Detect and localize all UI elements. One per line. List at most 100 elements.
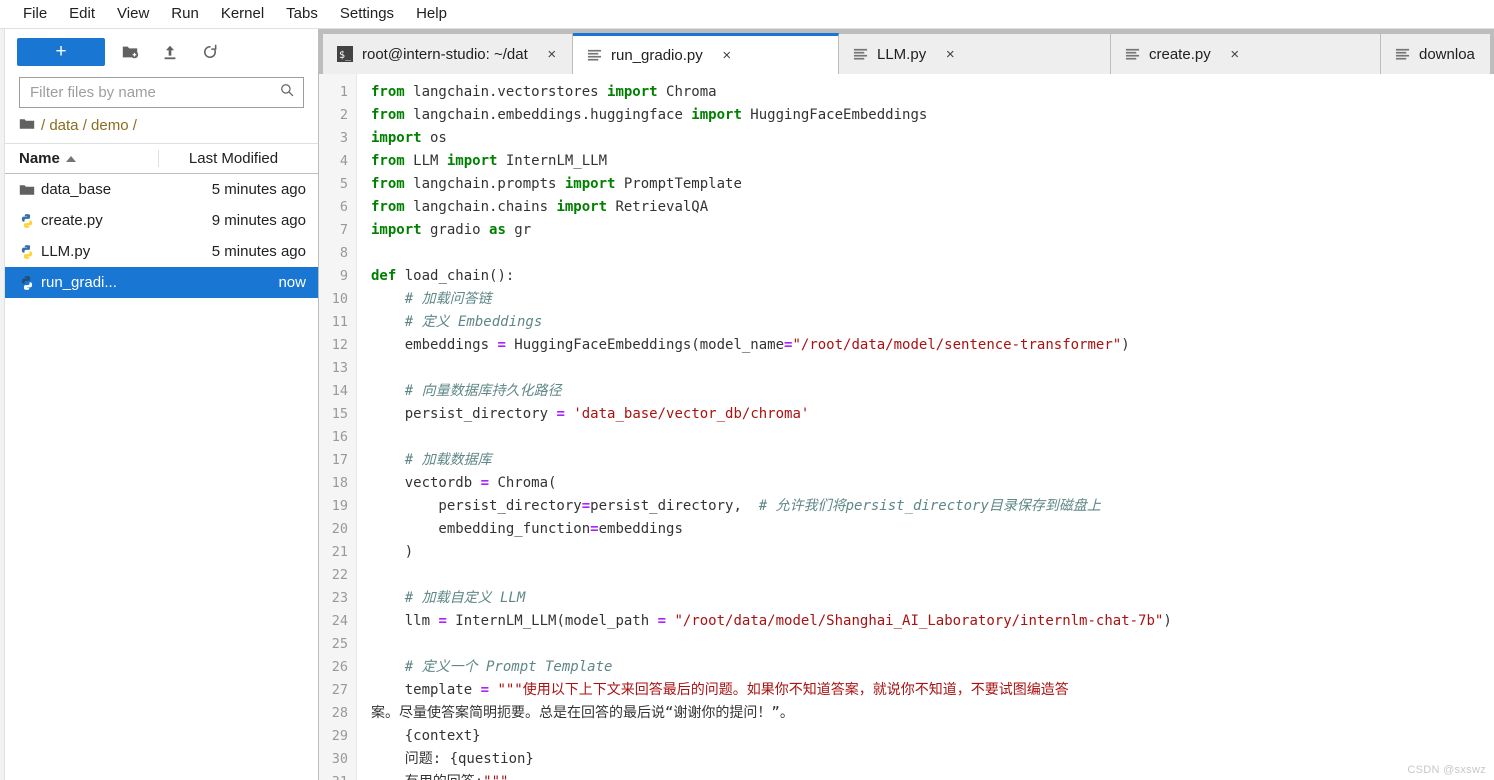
file-list-header: Name Last Modified [5, 144, 318, 174]
code-line: persist_directory=persist_directory, # 允… [371, 498, 1101, 514]
menu-item-help[interactable]: Help [405, 2, 458, 26]
close-icon[interactable]: × [544, 46, 560, 63]
column-header-name[interactable]: Name [19, 150, 158, 167]
line-number: 26 [331, 659, 348, 675]
filter-field-wrapper [5, 74, 318, 108]
filter-field[interactable] [19, 77, 304, 108]
file-browser-panel: + Filter files by name / data / demo / N… [5, 29, 319, 780]
code-line: persist_directory = 'data_base/vector_db… [371, 406, 810, 422]
tab-llm[interactable]: LLM.py × [839, 34, 1111, 74]
breadcrumb[interactable]: / data / demo / [5, 108, 318, 144]
tab-label: LLM.py [877, 45, 927, 63]
line-number: 21 [331, 544, 348, 560]
upload-icon[interactable] [155, 38, 185, 66]
tab-label: root@intern-studio: ~/dat [362, 45, 528, 63]
code-editor[interactable]: 1 2 3 4 5 6 7 8 9 10 11 12 13 14 15 16 17 18 19 20 21 22 23 24 2… [319, 74, 1494, 780]
main-area: + Filter files by name / data / demo / N… [0, 29, 1494, 780]
list-item[interactable]: LLM.py 5 minutes ago [5, 236, 318, 267]
code-line: embedding_function=embeddings [371, 521, 683, 537]
line-number: 3 [339, 130, 348, 146]
line-number: 23 [331, 590, 348, 606]
code-line: 案。尽量使答案简明扼要。总是在回答的最后说“谢谢你的提问！”。 [371, 705, 794, 721]
menu-item-edit[interactable]: Edit [58, 2, 106, 26]
code-line: # 加载问答链 [404, 291, 492, 307]
terminal-icon: $_ [337, 46, 353, 62]
line-number: 11 [331, 314, 348, 330]
line-number: 15 [331, 406, 348, 422]
tab-terminal[interactable]: $_ root@intern-studio: ~/dat × [323, 34, 573, 74]
line-number: 9 [339, 268, 348, 284]
code-line: 问题: {question} [371, 751, 534, 767]
code-line: import os [371, 130, 447, 146]
code-line: # 定义一个 Prompt Template [404, 659, 613, 675]
code-content[interactable]: from langchain.vectorstores import Chrom… [357, 74, 1494, 780]
line-number: 30 [331, 751, 348, 767]
line-number: 20 [331, 521, 348, 537]
watermark: CSDN @sxswz [1407, 764, 1486, 776]
code-line: from langchain.embeddings.huggingface im… [371, 107, 928, 123]
tab-label: run_gradio.py [611, 46, 703, 64]
menu-item-tabs[interactable]: Tabs [275, 2, 329, 26]
code-line: from langchain.chains import RetrievalQA [371, 199, 709, 215]
search-icon [279, 82, 295, 103]
new-folder-icon[interactable] [115, 38, 145, 66]
list-item[interactable]: data_base 5 minutes ago [5, 174, 318, 205]
text-file-icon [853, 47, 868, 62]
close-icon[interactable]: × [719, 47, 735, 64]
menu-item-kernel[interactable]: Kernel [210, 2, 275, 26]
file-modified: 5 minutes ago [211, 243, 306, 260]
line-number: 19 [331, 498, 348, 514]
line-number: 5 [339, 176, 348, 192]
code-line: ) [371, 544, 414, 560]
line-number: 16 [331, 429, 348, 445]
menu-item-view[interactable]: View [106, 2, 160, 26]
editor-dock: $_ root@intern-studio: ~/dat × run_gradi… [319, 29, 1494, 780]
refresh-icon[interactable] [195, 38, 225, 66]
code-line: 有用的回答:""" [371, 771, 1494, 780]
line-number: 29 [331, 728, 348, 744]
code-line: # 定义 Embeddings [404, 314, 543, 330]
code-line: import gradio as gr [371, 222, 532, 238]
line-number: 31 [319, 771, 356, 780]
list-item[interactable]: create.py 9 minutes ago [5, 205, 318, 236]
menu-item-file[interactable]: File [12, 2, 58, 26]
tab-bar: $_ root@intern-studio: ~/dat × run_gradi… [319, 29, 1494, 74]
line-number: 25 [331, 636, 348, 652]
line-number: 18 [331, 475, 348, 491]
line-number-gutter: 1 2 3 4 5 6 7 8 9 10 11 12 13 14 15 16 17 18 19 20 21 22 23 24 2… [319, 74, 357, 780]
line-number: 7 [339, 222, 348, 238]
sort-ascending-caret-icon [65, 155, 76, 162]
new-launcher-button[interactable]: + [17, 37, 105, 66]
text-file-icon [1125, 47, 1140, 62]
line-number: 13 [331, 360, 348, 376]
file-name: run_gradi... [41, 274, 117, 291]
file-name: data_base [41, 181, 112, 198]
tab-download[interactable]: downloa [1381, 34, 1491, 74]
line-number: 6 [339, 199, 348, 215]
python-file-icon [19, 244, 41, 260]
menu-item-settings[interactable]: Settings [329, 2, 405, 26]
menu-item-run[interactable]: Run [160, 2, 210, 26]
tab-run-gradio[interactable]: run_gradio.py × [573, 33, 839, 74]
breadcrumb-path[interactable]: / data / demo / [41, 117, 137, 134]
close-icon[interactable]: × [942, 46, 958, 63]
line-number: 22 [331, 567, 348, 583]
close-icon[interactable]: × [1227, 46, 1243, 63]
file-modified: 5 minutes ago [211, 181, 306, 198]
line-number: 12 [331, 337, 348, 353]
list-item-selected[interactable]: run_gradi... now [5, 267, 318, 298]
line-number: 27 [331, 682, 348, 698]
code-line: from LLM import InternLM_LLM [371, 153, 608, 169]
tab-create[interactable]: create.py × [1111, 34, 1381, 74]
file-name: create.py [41, 212, 103, 229]
python-file-icon [19, 213, 41, 229]
tab-label: create.py [1149, 45, 1211, 63]
line-number: 28 [331, 705, 348, 721]
file-modified: now [278, 274, 306, 291]
menu-bar: File Edit View Run Kernel Tabs Settings … [0, 0, 1494, 29]
filter-input[interactable] [30, 84, 279, 101]
tab-label: downloa [1419, 45, 1475, 63]
column-header-last-modified[interactable]: Last Modified [158, 150, 318, 167]
